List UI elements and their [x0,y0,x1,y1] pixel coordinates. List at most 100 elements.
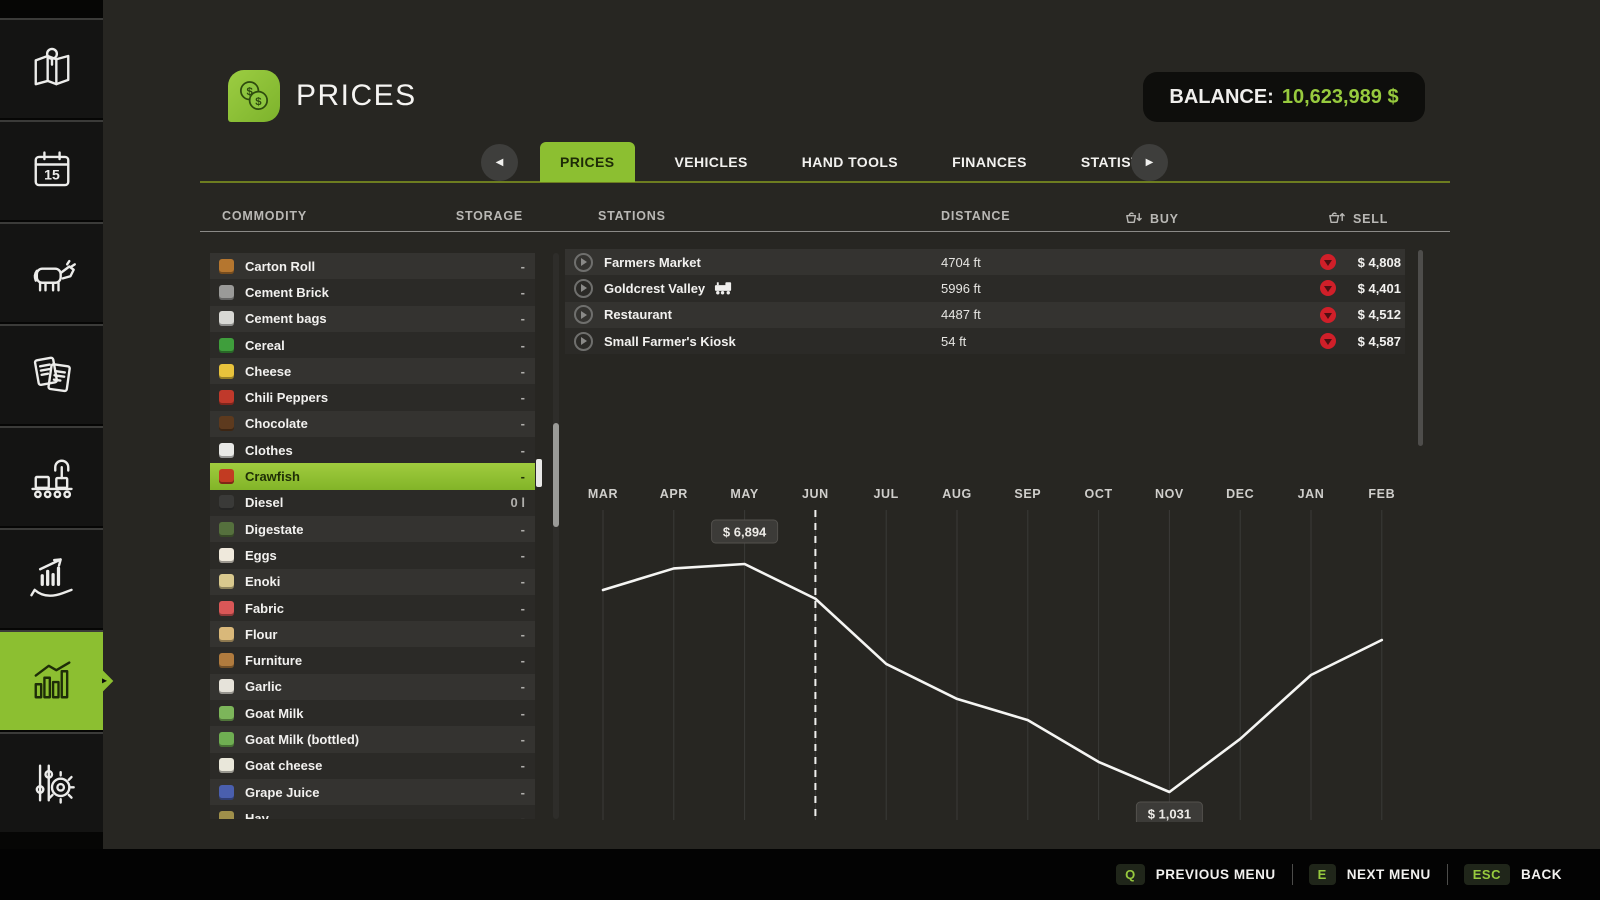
contracts-icon [26,349,78,401]
commodity-row[interactable]: Digestate - [210,516,535,542]
statistics-icon [26,655,78,707]
commodity-row[interactable]: Eggs - [210,542,535,568]
station-row[interactable]: Goldcrest Valley 5996 ft $ 4,401 [565,275,1405,301]
sidebar-item-contracts[interactable] [0,324,103,424]
shortcut[interactable]: Q PREVIOUS MENU [1116,864,1275,885]
commodity-storage: - [521,548,535,563]
commodity-row[interactable]: Goat cheese - [210,753,535,779]
commodity-storage: - [521,732,535,747]
enoki-icon [219,574,234,589]
sidebar-item-production[interactable] [0,426,103,526]
station-marker-icon [574,305,593,324]
column-distance: DISTANCE [941,209,1010,223]
commodity-row[interactable]: Cereal - [210,332,535,358]
tab-finances[interactable]: FINANCES [938,142,1041,182]
commodity-row[interactable]: Chocolate - [210,411,535,437]
station-row[interactable]: Small Farmer's Kiosk 54 ft $ 4,587 [565,328,1405,354]
tab-vehicles[interactable]: VEHICLES [661,142,762,182]
clothes-icon [219,443,234,458]
key-badge[interactable]: E [1309,864,1336,885]
station-name: Farmers Market [604,255,701,270]
station-scrollbar-thumb[interactable] [1418,250,1423,446]
shortcut-label: NEXT MENU [1347,867,1431,882]
commodity-name: Flour [245,627,278,642]
shortcut[interactable]: E NEXT MENU [1292,864,1431,885]
commodity-storage: - [521,653,535,668]
sidebar: 15 [0,0,103,900]
eggs-icon [219,548,234,563]
station-distance: 54 ft [941,334,966,349]
commodity-storage: - [521,785,535,800]
finances-icon [26,553,78,605]
shortcut[interactable]: ESC BACK [1447,864,1562,885]
flour-icon [219,627,234,642]
commodity-row[interactable]: Goat Milk (bottled) - [210,726,535,752]
station-distance: 4487 ft [941,307,981,322]
key-badge[interactable]: Q [1116,864,1145,885]
commodity-row[interactable]: Chili Peppers - [210,384,535,410]
commodity-scrollbar-thumb[interactable] [553,423,559,527]
commodity-row[interactable]: Enoki - [210,569,535,595]
sidebar-item-prices-statistics[interactable]: ▸ [0,630,103,730]
station-distance: 4704 ft [941,255,981,270]
commodity-row[interactable]: Flour - [210,621,535,647]
commodity-row[interactable]: Clothes - [210,437,535,463]
chili-peppers-icon [219,390,234,405]
commodity-row[interactable]: Cement bags - [210,306,535,332]
commodity-row[interactable]: Crawfish - [210,463,535,489]
sidebar-item-settings[interactable] [0,732,103,832]
station-row[interactable]: Farmers Market 4704 ft $ 4,808 [565,249,1405,275]
station-marker-icon [574,279,593,298]
month-label: NOV [1155,487,1184,501]
key-badge[interactable]: ESC [1464,864,1510,885]
sidebar-item-finances[interactable] [0,528,103,628]
commodity-row[interactable]: Diesel 0 l [210,490,535,516]
sidebar-item-calendar[interactable]: 15 [0,120,103,220]
goat-milk-icon [219,706,234,721]
commodity-row[interactable]: Cheese - [210,358,535,384]
commodity-row[interactable]: Garlic - [210,674,535,700]
commodity-scrollbar-track [553,253,559,819]
commodity-row[interactable]: Grape Juice - [210,779,535,805]
station-row[interactable]: Restaurant 4487 ft $ 4,512 [565,302,1405,328]
commodity-name: Hay [245,811,269,819]
balance-display: BALANCE: 10,623,989 $ [1143,72,1425,122]
arrow-right-icon: ▶ [1146,157,1154,168]
commodity-storage: - [521,627,535,642]
tab-hand-tools[interactable]: HAND TOOLS [788,142,912,182]
header-divider [200,231,1450,232]
commodity-row[interactable]: Fabric - [210,595,535,621]
sell-price: $ 4,401 [1345,281,1401,296]
commodity-row[interactable]: Goat Milk - [210,700,535,726]
commodity-row[interactable]: Furniture - [210,647,535,673]
price-down-icon [1320,254,1336,270]
cow-icon [26,247,78,299]
commodity-storage: - [521,364,535,379]
commodity-storage: - [521,706,535,721]
commodity-row[interactable]: Hay - [210,805,535,819]
station-name: Goldcrest Valley [604,281,705,296]
tabs-prev-button[interactable]: ◀ [481,144,518,181]
commodity-storage: - [521,601,535,616]
sidebar-item-map[interactable] [0,18,103,118]
commodity-name: Carton Roll [245,259,315,274]
furniture-icon [219,653,234,668]
sidebar-item-animals[interactable] [0,222,103,322]
garlic-icon [219,679,234,694]
tab-prices[interactable]: PRICES [540,142,635,182]
digestate-icon [219,522,234,537]
page-title: PRICES [296,79,417,113]
balance-value: 10,623,989 $ [1282,86,1399,109]
month-label: DEC [1226,487,1254,501]
price-down-icon [1320,333,1336,349]
month-label: OCT [1085,487,1113,501]
tabs-next-button[interactable]: ▶ [1131,144,1168,181]
commodity-list: Carton Roll - Cement Brick - Cement bags… [210,253,535,819]
commodity-row[interactable]: Carton Roll - [210,253,535,279]
commodity-name: Cement bags [245,311,327,326]
commodity-name: Fabric [245,601,284,616]
sell-cell: $ 4,401 [1320,280,1401,296]
footer-bar: Q PREVIOUS MENU E NEXT MENU ESC BACK [0,849,1600,900]
goat-cheese-icon [219,758,234,773]
commodity-row[interactable]: Cement Brick - [210,279,535,305]
